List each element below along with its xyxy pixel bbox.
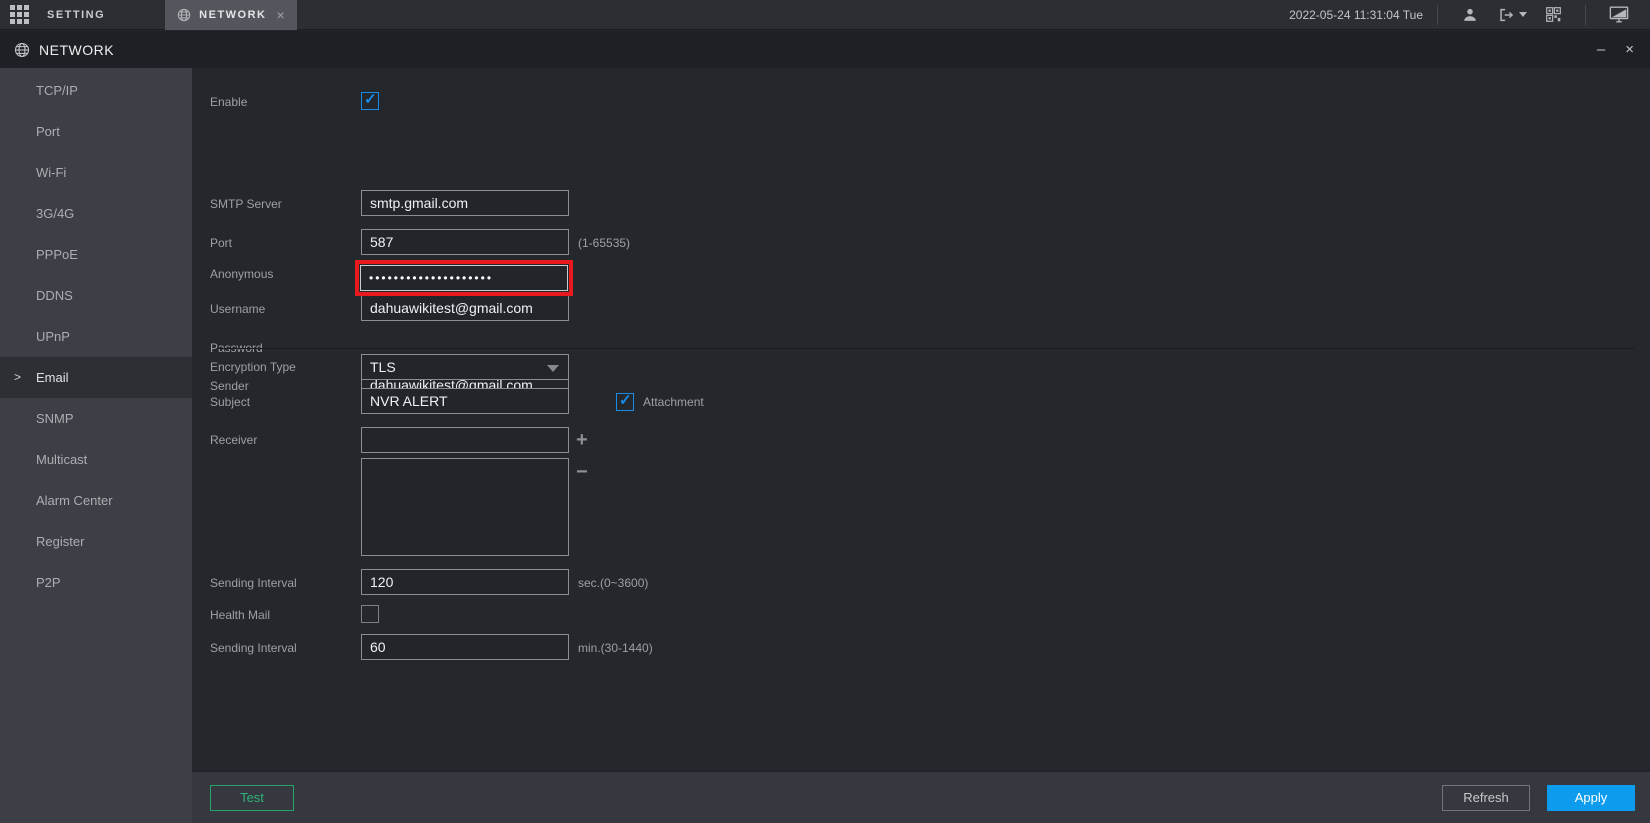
qr-code-icon[interactable] (1545, 6, 1562, 23)
sidebar-item-email-label: Email (36, 370, 69, 385)
datetime-display: 2022-05-24 11:31:04 Tue (1289, 8, 1423, 22)
taskbar-divider (1437, 5, 1438, 25)
sidebar-item-tcpip[interactable]: TCP/IP (0, 70, 192, 111)
tab-network-label: NETWORK (199, 9, 266, 21)
chevron-down-icon (547, 365, 559, 372)
sending-interval-input[interactable] (361, 569, 569, 595)
display-output-icon[interactable] (1609, 5, 1629, 24)
sidebar-item-upnp[interactable]: UPnP (0, 316, 192, 357)
taskbar-right: 2022-05-24 11:31:04 Tue (1289, 0, 1650, 29)
globe-icon (177, 8, 191, 22)
sidebar-item-wifi[interactable]: Wi-Fi (0, 152, 192, 193)
test-button[interactable]: Test (210, 785, 294, 811)
taskbar: SETTING NETWORK × 2022-05-24 11:31:04 Tu… (0, 0, 1650, 30)
nvr-settings-screen: SETTING NETWORK × 2022-05-24 11:31:04 Tu… (0, 0, 1650, 823)
globe-icon (14, 42, 30, 58)
setting-menu-button[interactable]: SETTING (47, 9, 105, 21)
logout-icon[interactable] (1497, 6, 1527, 24)
attachment-checkbox[interactable] (616, 393, 634, 411)
health-interval-hint: min.(30-1440) (578, 641, 653, 655)
sidebar-item-p2p[interactable]: P2P (0, 562, 192, 603)
health-mail-checkbox[interactable] (361, 605, 379, 623)
sidebar-item-port[interactable]: Port (0, 111, 192, 152)
receiver-label: Receiver (210, 433, 257, 447)
section-divider (217, 348, 1634, 349)
subject-label: Subject (210, 395, 250, 409)
minimize-icon[interactable]: – (1597, 42, 1605, 57)
smtp-server-input[interactable] (361, 190, 569, 216)
network-sidebar: TCP/IP Port Wi-Fi 3G/4G PPPoE DDNS UPnP … (0, 68, 192, 823)
taskbar-divider (1585, 5, 1586, 25)
sender-label: Sender (210, 379, 249, 393)
tab-network[interactable]: NETWORK × (165, 0, 297, 30)
password-highlight-box (355, 260, 573, 296)
add-receiver-button[interactable]: + (576, 430, 588, 450)
logout-caret-icon (1519, 12, 1527, 17)
sidebar-item-pppoe[interactable]: PPPoE (0, 234, 192, 275)
encryption-type-label: Encryption Type (210, 360, 296, 374)
anonymous-label: Anonymous (210, 267, 273, 281)
receiver-input[interactable] (361, 427, 569, 453)
username-input[interactable] (361, 295, 569, 321)
enable-checkbox[interactable] (361, 92, 379, 110)
close-icon[interactable]: × (1625, 42, 1634, 57)
sidebar-item-3g4g[interactable]: 3G/4G (0, 193, 192, 234)
attachment-label: Attachment (643, 395, 704, 409)
health-interval-input[interactable] (361, 634, 569, 660)
enable-label: Enable (210, 95, 247, 109)
port-label: Port (210, 236, 232, 250)
apps-grid-icon[interactable] (10, 5, 29, 24)
sidebar-item-email[interactable]: > Email (0, 357, 192, 398)
email-settings-panel: Enable SMTP Server Port (1-65535) Anonym… (192, 68, 1650, 823)
refresh-button[interactable]: Refresh (1442, 785, 1530, 811)
encryption-type-value: TLS (370, 359, 396, 375)
user-icon[interactable] (1461, 6, 1479, 24)
chevron-right-icon: > (14, 357, 21, 398)
username-label: Username (210, 302, 265, 316)
sending-interval-label: Sending Interval (210, 576, 297, 590)
sidebar-item-register[interactable]: Register (0, 521, 192, 562)
window-titlebar: NETWORK – × (0, 31, 1650, 68)
sidebar-item-ddns[interactable]: DDNS (0, 275, 192, 316)
tab-close-icon[interactable]: × (277, 8, 285, 22)
port-input[interactable] (361, 229, 569, 255)
health-mail-label: Health Mail (210, 608, 270, 622)
port-range-hint: (1-65535) (578, 236, 630, 250)
footer-bar: Test Refresh Apply (192, 771, 1650, 823)
sidebar-item-multicast[interactable]: Multicast (0, 439, 192, 480)
sidebar-item-snmp[interactable]: SNMP (0, 398, 192, 439)
sidebar-item-alarmcenter[interactable]: Alarm Center (0, 480, 192, 521)
encryption-type-select[interactable]: TLS (361, 354, 569, 380)
receiver-list[interactable] (361, 458, 569, 556)
health-interval-label: Sending Interval (210, 641, 297, 655)
password-input[interactable] (360, 265, 568, 291)
subject-input[interactable] (361, 388, 569, 414)
smtp-server-label: SMTP Server (210, 197, 282, 211)
sending-interval-hint: sec.(0~3600) (578, 576, 648, 590)
remove-receiver-button[interactable]: − (576, 462, 588, 482)
apply-button[interactable]: Apply (1547, 785, 1635, 811)
window-title: NETWORK (39, 42, 114, 58)
